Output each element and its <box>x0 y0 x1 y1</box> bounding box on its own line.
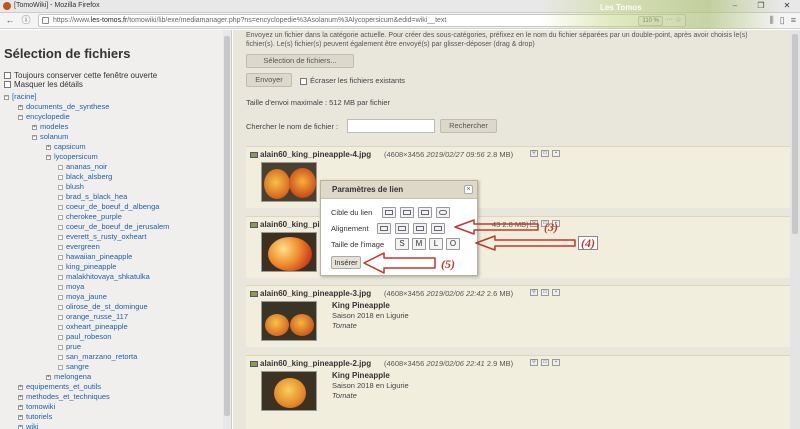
arrow-3 <box>454 219 539 235</box>
annotation-5: (5) <box>441 257 455 271</box>
arrow-4 <box>475 235 576 251</box>
annotation-4: (4) <box>578 236 598 250</box>
arrow-5 <box>363 252 436 274</box>
annotation-overlay <box>363 219 576 274</box>
annotation-3: (3) <box>544 220 558 234</box>
